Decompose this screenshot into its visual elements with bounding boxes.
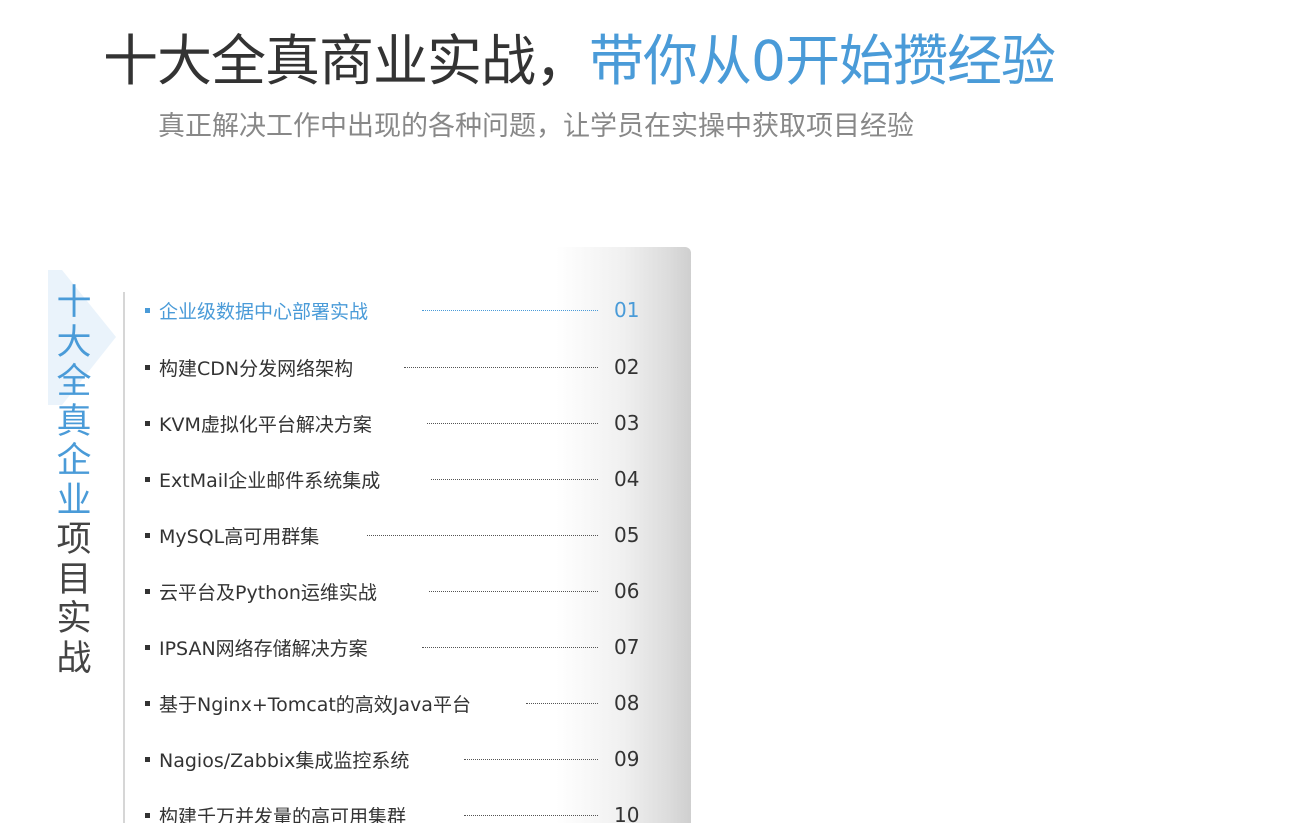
project-item[interactable]: 云平台及Python运维实战 06 — [145, 576, 639, 606]
vertical-title-char: 战 — [56, 638, 92, 679]
project-number: 10 — [614, 803, 640, 823]
vertical-divider — [123, 292, 125, 823]
project-label: IPSAN网络存储解决方案 — [159, 637, 368, 660]
project-label: 构建CDN分发网络架构 — [159, 357, 354, 380]
vertical-title-char: 大 — [56, 322, 92, 363]
dotted-leader — [464, 815, 598, 816]
project-number: 03 — [614, 411, 640, 435]
headline: 十大全真商业实战，带你从0开始攒经验 — [103, 28, 1056, 94]
project-item[interactable]: IPSAN网络存储解决方案 07 — [145, 632, 639, 662]
page: 十大全真商业实战，带你从0开始攒经验 真正解决工作中出现的各种问题，让学员在实操… — [0, 0, 1305, 823]
vertical-title-char: 实 — [56, 599, 92, 639]
bullet-icon — [145, 700, 150, 706]
bullet-icon — [145, 588, 150, 594]
project-number: 08 — [614, 691, 640, 715]
bullet-icon — [145, 364, 150, 370]
vertical-title-char: 目 — [56, 559, 92, 600]
project-label: 云平台及Python运维实战 — [159, 581, 377, 604]
project-label: KVM虚拟化平台解决方案 — [159, 413, 372, 436]
project-number: 01 — [614, 298, 640, 322]
dotted-leader — [422, 310, 598, 311]
vertical-title-char: 全 — [56, 362, 92, 402]
dotted-leader — [526, 703, 598, 704]
bullet-icon — [145, 532, 150, 538]
project-item[interactable]: ExtMail企业邮件系统集成 04 — [145, 464, 639, 494]
bullet-icon — [145, 812, 150, 818]
project-label: Nagios/Zabbix集成监控系统 — [159, 749, 410, 772]
vertical-title-char: 十 — [56, 283, 92, 323]
project-number: 07 — [614, 635, 640, 659]
project-number: 02 — [614, 355, 640, 379]
project-label: 基于Nginx+Tomcat的高效Java平台 — [159, 693, 471, 716]
project-number: 09 — [614, 747, 640, 771]
project-label: MySQL高可用群集 — [159, 525, 320, 548]
dotted-leader — [464, 759, 598, 760]
project-label: ExtMail企业邮件系统集成 — [159, 469, 381, 492]
headline-main: 十大全真商业实战， — [103, 29, 590, 93]
dotted-leader — [367, 535, 598, 536]
vertical-title-char: 真 — [56, 401, 92, 442]
dotted-leader — [429, 591, 598, 592]
project-number: 04 — [614, 467, 640, 491]
vertical-section-title: 十 大 全 真 企 业 项 目 实 战 — [52, 283, 96, 679]
bullet-icon — [145, 476, 150, 482]
bullet-icon — [145, 756, 150, 762]
headline-accent: 带你从0开始攒经验 — [589, 29, 1056, 93]
project-item[interactable]: 构建CDN分发网络架构 02 — [145, 352, 639, 382]
project-item[interactable]: MySQL高可用群集 05 — [145, 520, 639, 550]
vertical-title-char: 项 — [56, 520, 92, 560]
bullet-icon — [145, 644, 150, 650]
project-item[interactable]: 构建千万并发量的高可用集群 10 — [145, 800, 639, 823]
bullet-icon — [145, 420, 150, 426]
project-number: 06 — [614, 579, 640, 603]
dotted-leader — [404, 367, 598, 368]
dotted-leader — [422, 647, 598, 648]
project-label: 企业级数据中心部署实战 — [159, 300, 369, 323]
project-item[interactable]: 企业级数据中心部署实战 01 — [145, 295, 639, 325]
project-label: 构建千万并发量的高可用集群 — [159, 805, 407, 823]
subheadline: 真正解决工作中出现的各种问题，让学员在实操中获取项目经验 — [158, 111, 914, 142]
vertical-title-char: 企 — [56, 441, 92, 481]
project-item[interactable]: KVM虚拟化平台解决方案 03 — [145, 408, 639, 438]
vertical-title-char: 业 — [56, 480, 92, 521]
dotted-leader — [431, 479, 598, 480]
project-item[interactable]: 基于Nginx+Tomcat的高效Java平台 08 — [145, 688, 639, 718]
dotted-leader — [427, 423, 598, 424]
project-number: 05 — [614, 523, 640, 547]
bullet-icon — [145, 307, 150, 313]
project-item[interactable]: Nagios/Zabbix集成监控系统 09 — [145, 744, 639, 774]
